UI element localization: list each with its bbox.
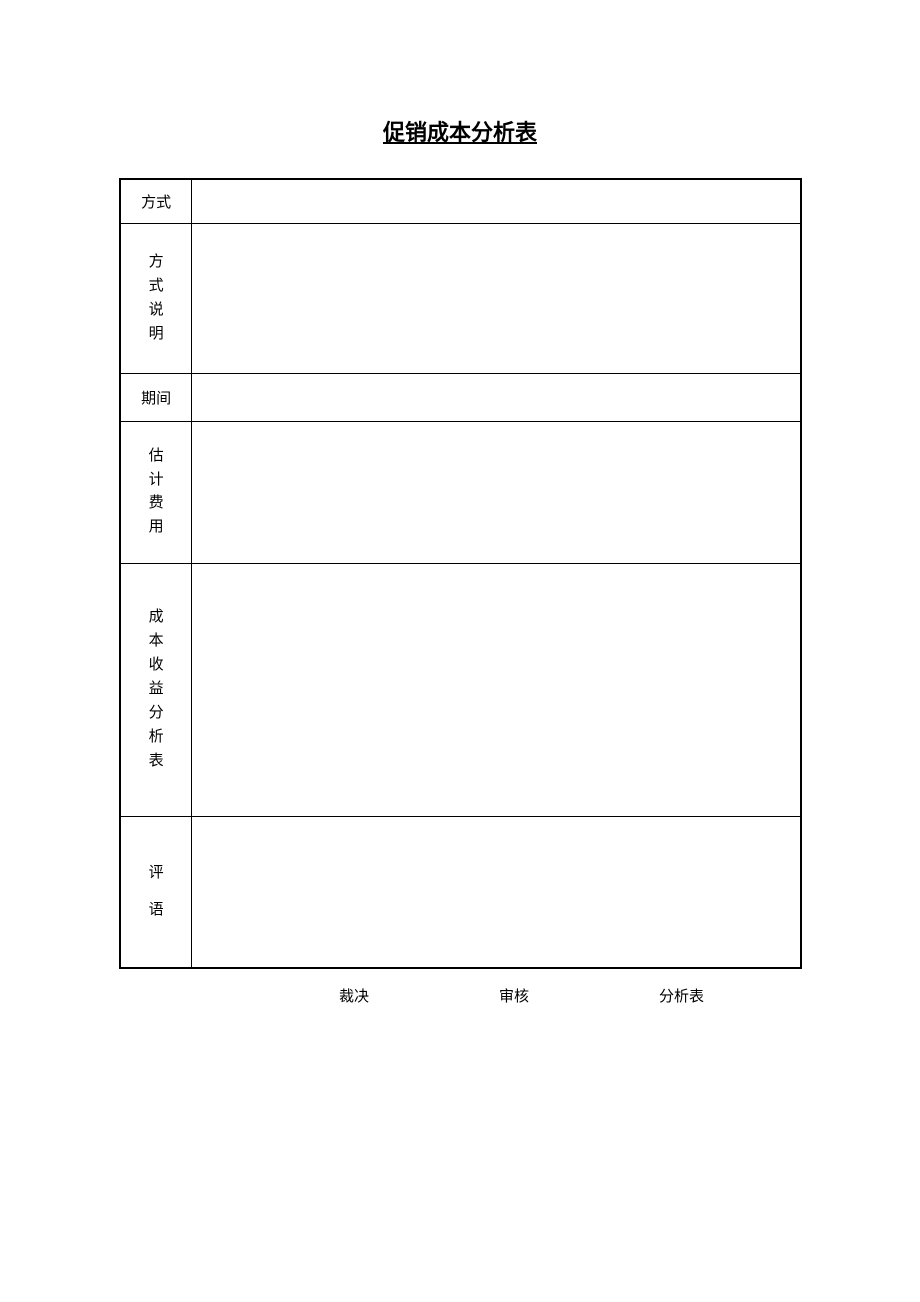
label-char: 计 [121, 473, 191, 488]
value-cost-benefit [192, 563, 801, 816]
label-char: 语 [121, 903, 191, 918]
value-period [192, 373, 801, 421]
label-char: 式 [121, 279, 191, 294]
label-period: 期间 [120, 373, 192, 421]
label-char: 益 [121, 682, 191, 697]
footer-line: 裁决 审核 分析表 [119, 985, 802, 1006]
footer-spacer [119, 985, 339, 1006]
label-method: 方式 [120, 179, 192, 223]
label-char: 本 [121, 634, 191, 649]
label-remarks: 评 语 [120, 816, 192, 968]
label-char: 收 [121, 658, 191, 673]
value-est-cost [192, 421, 801, 563]
label-char: 用 [121, 520, 191, 535]
footer-review: 审核 [499, 985, 659, 1006]
value-remarks [192, 816, 801, 968]
label-char: 评 [121, 866, 191, 881]
label-char: 估 [121, 449, 191, 464]
value-method [192, 179, 801, 223]
footer-decision: 裁决 [339, 985, 499, 1006]
label-char: 表 [121, 754, 191, 769]
label-char: 分 [121, 706, 191, 721]
label-char: 费 [121, 496, 191, 511]
label-char: 方 [121, 255, 191, 270]
footer-analysis: 分析表 [659, 985, 819, 1006]
label-char: 说 [121, 303, 191, 318]
page-title: 促销成本分析表 [0, 115, 920, 147]
label-char: 明 [121, 327, 191, 342]
label-method-desc: 方 式 说 明 [120, 223, 192, 373]
label-cost-benefit: 成 本 收 益 分 析 表 [120, 563, 192, 816]
form-table: 方式 方 式 说 明 期间 估 计 费 用 成 本 收 益 分 析 表 [119, 178, 802, 969]
label-est-cost: 估 计 费 用 [120, 421, 192, 563]
value-method-desc [192, 223, 801, 373]
label-char: 成 [121, 610, 191, 625]
label-char: 析 [121, 730, 191, 745]
